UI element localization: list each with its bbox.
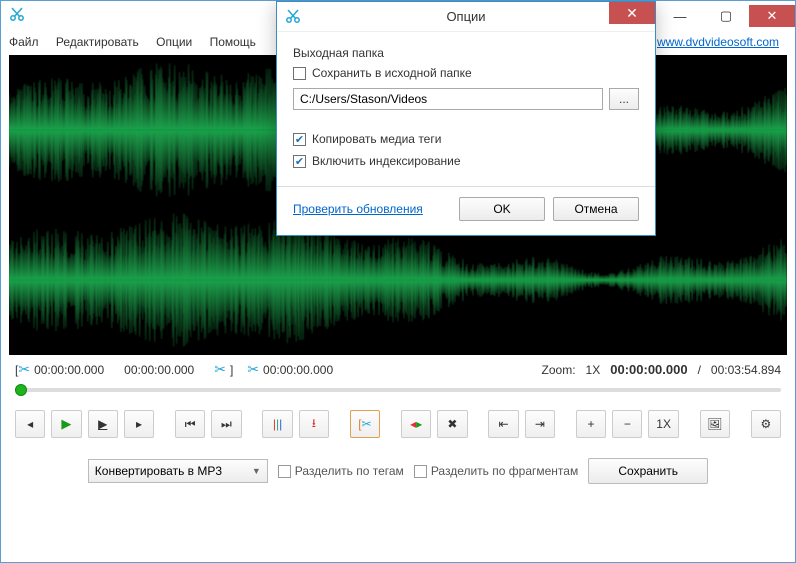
ok-button[interactable]: OK: [459, 197, 545, 221]
skip-forward-icon: ⏭: [221, 417, 232, 432]
play-end-icon: ▶: [98, 417, 107, 431]
minimize-button[interactable]: ―: [657, 5, 703, 27]
app-scissors-icon: [9, 6, 25, 27]
split-button[interactable]: ◂▸: [401, 410, 431, 438]
trim-start-icon: ⇤: [499, 417, 509, 431]
current-time: 00:00:00.000: [610, 362, 687, 377]
trim-start-button[interactable]: ⇤: [488, 410, 518, 438]
plus-icon: +: [588, 417, 595, 431]
format-label: Конвертировать в MP3: [95, 464, 222, 478]
zoom-label: Zoom:: [542, 363, 576, 377]
markers-button[interactable]: |||: [262, 410, 292, 438]
save-in-source-checkbox[interactable]: Сохранить в исходной папке: [293, 66, 639, 80]
prev-marker-button[interactable]: ◂: [15, 410, 45, 438]
selection-end-time: 00:00:00.000: [124, 363, 194, 377]
browse-button[interactable]: ...: [609, 88, 639, 110]
menu-file[interactable]: Файл: [9, 35, 39, 49]
split-tags-label: Разделить по тегам: [295, 464, 404, 478]
zoom-reset-button[interactable]: 1X: [648, 410, 678, 438]
delete-button[interactable]: ✖: [437, 410, 467, 438]
enable-indexing-checkbox[interactable]: ✔ Включить индексирование: [293, 154, 639, 168]
arrow-left-icon: ◂: [27, 417, 33, 431]
skip-back-button[interactable]: ⏮: [175, 410, 205, 438]
split-fragments-label: Разделить по фрагментам: [431, 464, 578, 478]
toolbar: ◂ ▶ ▶ ▸ ⏮ ⏭ ||| ⭳ [✂ ◂▸ ✖ ⇤ ⇥ + − 1X 🖼 ⚙: [1, 406, 795, 448]
image-button[interactable]: 🖼: [700, 410, 730, 438]
scissors-icon: ✂: [214, 361, 226, 378]
website-link[interactable]: www.dvdvideosoft.com: [657, 35, 779, 49]
scissors-icon: ✂: [247, 361, 259, 378]
save-in-source-label: Сохранить в исходной папке: [312, 66, 472, 80]
zoom-out-button[interactable]: −: [612, 410, 642, 438]
slider-track: [15, 388, 781, 392]
cut-button[interactable]: [✂: [350, 410, 380, 438]
format-combo[interactable]: Конвертировать в MP3 ▼: [88, 459, 268, 483]
sliders-icon: ⚙: [761, 417, 772, 431]
bracket-close-icon: ]: [230, 363, 233, 377]
options-dialog: Опции ✕ Выходная папка Сохранить в исход…: [276, 1, 656, 236]
x-icon: ✖: [447, 417, 457, 431]
menu-edit[interactable]: Редактировать: [56, 35, 139, 49]
dialog-footer: Проверить обновления OK Отмена: [277, 186, 655, 235]
copy-tags-label: Копировать медиа теги: [312, 132, 441, 146]
chevron-down-icon: ▼: [252, 466, 261, 476]
cancel-button[interactable]: Отмена: [553, 197, 639, 221]
split-fragments-checkbox[interactable]: Разделить по фрагментам: [414, 464, 578, 478]
arrow-right-icon: ▸: [136, 417, 142, 431]
time-row: [ ✂ 00:00:00.000 00:00:00.000 ✂ ] ✂ 00:0…: [1, 355, 795, 382]
selection-start-time: 00:00:00.000: [34, 363, 104, 377]
cursor-time: 00:00:00.000: [263, 363, 333, 377]
scissors-icon: ✂: [362, 417, 372, 431]
total-time: 00:03:54.894: [711, 363, 781, 377]
maximize-button[interactable]: ▢: [703, 5, 749, 27]
minus-icon: −: [624, 417, 631, 431]
bottom-bar: Конвертировать в MP3 ▼ Разделить по тега…: [1, 448, 795, 494]
checkbox-icon: [278, 465, 291, 478]
scissors-icon: ✂: [18, 361, 30, 378]
cursor-group: ✂ 00:00:00.000: [247, 361, 353, 378]
settings-button[interactable]: ⚙: [751, 410, 781, 438]
dialog-close-button[interactable]: ✕: [609, 2, 655, 24]
skip-back-icon: ⏮: [185, 417, 196, 432]
playback-slider[interactable]: [15, 382, 781, 398]
slider-knob[interactable]: [15, 384, 27, 396]
zoom-value: 1X: [586, 363, 601, 377]
output-path-input[interactable]: [293, 88, 603, 110]
dialog-titlebar: Опции ✕: [277, 2, 655, 32]
next-marker-button[interactable]: ▸: [124, 410, 154, 438]
checkbox-icon: ✔: [293, 133, 306, 146]
checkbox-icon: ✔: [293, 155, 306, 168]
scissors-icon: [285, 8, 301, 29]
trim-end-button[interactable]: ⇥: [525, 410, 555, 438]
selection-close-group: ✂ ]: [214, 361, 247, 378]
split-tags-checkbox[interactable]: Разделить по тегам: [278, 464, 404, 478]
split-icon: ◂▸: [410, 417, 422, 431]
skip-forward-button[interactable]: ⏭: [211, 410, 241, 438]
check-updates-link[interactable]: Проверить обновления: [293, 202, 423, 216]
save-button[interactable]: Сохранить: [588, 458, 708, 484]
copy-tags-checkbox[interactable]: ✔ Копировать медиа теги: [293, 132, 639, 146]
time-separator: /: [698, 363, 701, 377]
checkbox-icon: [414, 465, 427, 478]
menu-options[interactable]: Опции: [156, 35, 192, 49]
zoom-in-button[interactable]: +: [576, 410, 606, 438]
menu-help[interactable]: Помощь: [210, 35, 256, 49]
play-to-end-button[interactable]: ▶: [88, 410, 118, 438]
markers-icon: |||: [273, 417, 282, 431]
window-controls: ― ▢ ✕: [657, 5, 795, 27]
image-icon: 🖼: [707, 417, 722, 431]
checkbox-icon: [293, 67, 306, 80]
play-icon: ▶: [61, 416, 71, 432]
enable-indexing-label: Включить индексирование: [312, 154, 461, 168]
close-button[interactable]: ✕: [749, 5, 795, 27]
download-marker-button[interactable]: ⭳: [299, 410, 329, 438]
dialog-title: Опции: [446, 9, 485, 24]
output-folder-label: Выходная папка: [293, 46, 639, 60]
trim-end-icon: ⇥: [535, 417, 545, 431]
selection-start-group: [ ✂ 00:00:00.000: [15, 361, 124, 378]
play-button[interactable]: ▶: [51, 410, 81, 438]
download-icon: ⭳: [312, 414, 316, 435]
